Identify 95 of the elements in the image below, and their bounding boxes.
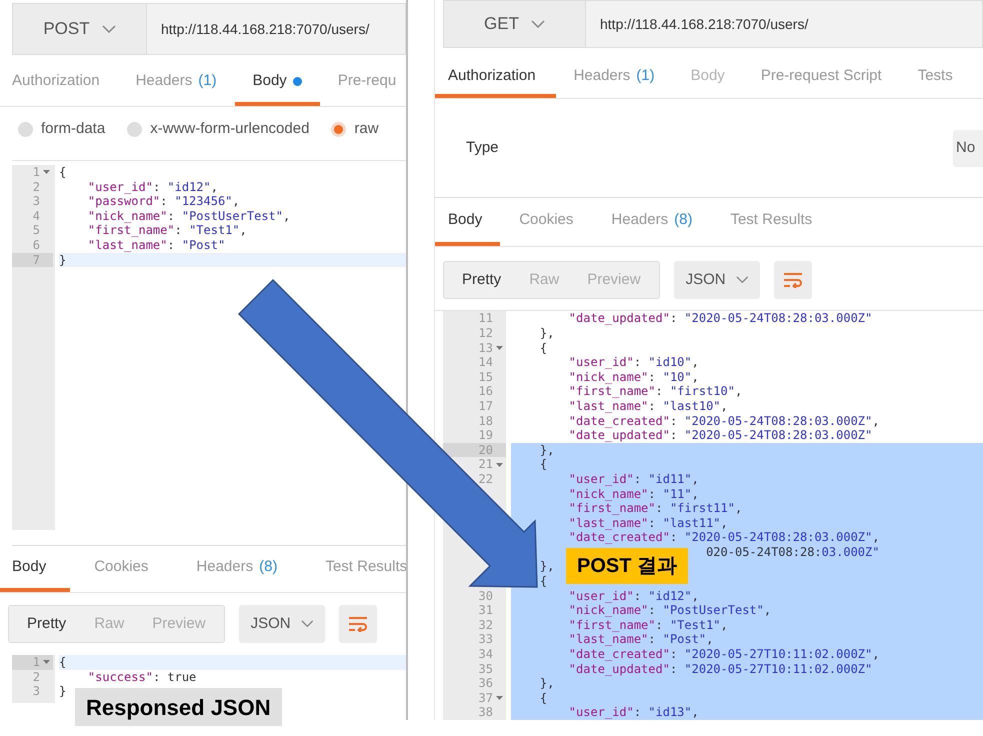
tab[interactable]: Headers (8) [592,198,712,246]
method-dropdown[interactable]: GET [443,0,586,48]
line-number: 37 [478,690,493,706]
url-field[interactable]: http://118.44.168.218:7070/users/ [586,0,983,48]
line-number: 7 [32,252,40,268]
tab[interactable]: Body [0,546,70,592]
code-line: "user_id": "id10", [568,355,700,370]
code-line: "date_updated": "2020-05-24T08:28:03.000Z" [568,311,874,326]
code-line: "nick_name": "PostUserTest", [86,208,292,224]
line-number: 1 [32,655,40,670]
code-line: "date_created": "2020-05-24T08:28:03.000Z", [568,414,880,428]
tab[interactable]: Pre-requ [320,60,406,106]
line-number: 12 [478,326,493,341]
code-line: "user_id": "id12", [86,180,219,194]
wrap-lines-icon [783,272,804,288]
line-number: 33 [478,632,493,648]
type-dropdown[interactable]: No [953,130,983,167]
tab[interactable]: Cookies [70,546,172,592]
view-mode-tab[interactable]: Preview [152,612,206,636]
tab[interactable]: Test Results [711,198,832,246]
view-mode-tab[interactable]: Pretty [27,612,66,636]
line-number: 4 [32,208,40,224]
tab[interactable]: Pre-request Script [742,58,900,98]
fold-caret-icon[interactable] [496,346,503,350]
tab[interactable]: Headers (1) [118,60,235,106]
radio-option[interactable]: raw [331,118,379,141]
line-number: 2 [32,180,40,194]
code-line: "first_name": "Test1", [86,223,248,238]
annotation-label: POST 결과 [566,548,688,584]
radio-option[interactable]: x-www-form-urlencoded [127,118,310,141]
line-number: 31 [478,603,493,618]
code-line: } [59,684,68,699]
format-dropdown[interactable]: JSON [238,605,326,643]
annotation-label: Responsed JSON [75,688,282,726]
line-number: 14 [478,355,493,370]
tab[interactable]: Authorization [0,60,118,106]
line-number: 13 [478,340,493,356]
code-line: "last_name": "last10", [568,398,729,414]
code-line: "last_name": "Post" [86,238,226,253]
code-line: "password": "123456", [86,194,241,209]
line-number: 22 [478,472,493,486]
line-number: 11 [478,311,493,326]
tab[interactable]: Cookies [500,198,592,246]
line-number: 2 [32,670,40,684]
line-number: 38 [478,705,493,720]
format-dropdown[interactable]: JSON [674,261,760,299]
chevron-down-icon [102,25,116,33]
code-line: { [59,165,68,180]
line-number: 3 [32,684,40,699]
view-mode-tab[interactable]: Pretty [462,268,502,292]
line-number: 6 [32,238,40,253]
tab[interactable]: Authorization [435,58,556,98]
line-number: 19 [478,428,493,443]
view-mode-tab[interactable]: Preview [587,268,641,292]
tab[interactable]: Headers (1) [556,58,673,98]
wrap-lines-button[interactable] [339,605,378,643]
fold-caret-icon[interactable] [496,696,503,700]
line-number: 21 [478,457,493,472]
wrap-lines-button[interactable] [774,261,812,299]
fold-caret-icon[interactable] [43,660,50,664]
tab[interactable]: Body [435,198,500,246]
fold-caret-icon[interactable] [43,170,50,174]
url-field[interactable]: http://118.44.168.218:7070/users/ [147,3,406,55]
line-number: 35 [478,662,493,676]
field-label: Type [466,138,499,158]
chevron-down-icon [300,620,314,628]
chevron-down-icon [530,20,545,28]
view-mode-tab[interactable]: Raw [529,268,560,292]
line-number: 17 [478,398,493,414]
radio-option[interactable]: form-data [18,118,106,141]
code-line: "nick_name": "10", [568,370,700,384]
tab[interactable]: Body [234,60,320,106]
wrap-lines-icon [348,616,368,632]
line-number: 1 [32,165,40,180]
method-dropdown[interactable]: POST [12,3,147,55]
code-line: "success": true [86,670,198,684]
code-line: "date_updated": "2020-05-24T08:28:03.000Z" [568,428,874,443]
fold-caret-icon[interactable] [496,462,503,467]
tab[interactable]: Headers (8) [172,546,302,592]
view-mode-tab[interactable]: Raw [94,612,124,636]
line-number: 34 [478,647,493,662]
line-number: 18 [478,414,493,428]
code-line: { [538,340,548,356]
line-number: 36 [478,676,493,691]
line-number: 15 [478,370,493,384]
line-number: 5 [32,223,40,238]
line-number: 16 [478,384,493,399]
chevron-down-icon [736,276,748,284]
code-line: }, [538,326,556,341]
line-number: 32 [478,618,493,632]
line-number: 30 [478,588,493,604]
code-line: "first_name": "first10", [568,384,744,399]
line-number: 3 [32,194,40,209]
line-number: 20 [478,442,493,458]
tab[interactable]: Tests [900,58,971,98]
